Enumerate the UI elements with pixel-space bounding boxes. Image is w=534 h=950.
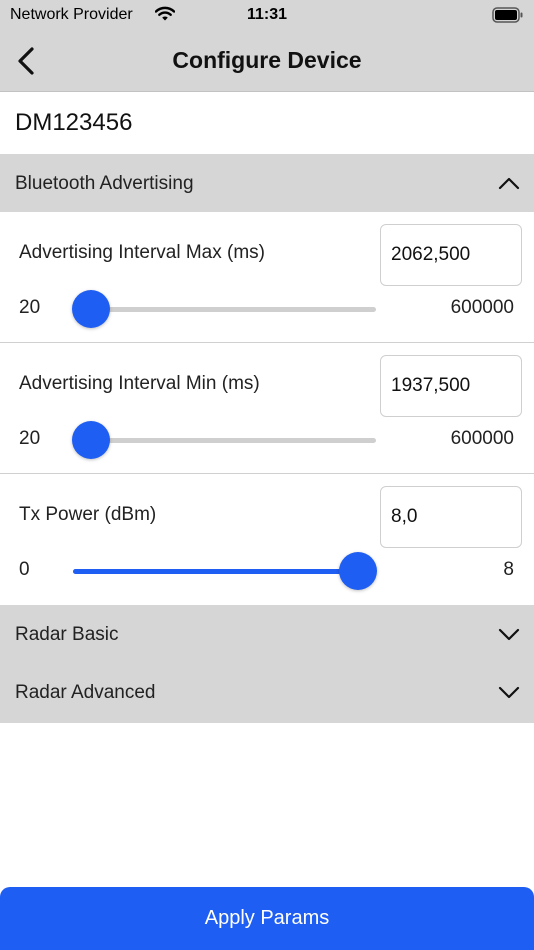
chevron-down-icon <box>498 686 520 699</box>
chevron-down-icon <box>498 628 520 641</box>
param-label: Advertising Interval Max (ms) <box>19 242 266 263</box>
device-id-row: DM123456 <box>0 92 534 154</box>
range-max-label: 8 <box>503 559 514 580</box>
advertising-interval-max-slider[interactable] <box>72 290 376 328</box>
range-max-label: 600000 <box>450 428 514 449</box>
section-label: Radar Advanced <box>15 682 156 703</box>
slider-thumb[interactable] <box>72 421 111 459</box>
page-title: Configure Device <box>172 47 362 73</box>
range-max-label: 600000 <box>450 297 514 318</box>
back-button[interactable] <box>6 42 46 80</box>
slider-fill <box>73 569 358 574</box>
param-row-advertising-interval-max: Advertising Interval Max (ms) 20 600000 <box>0 212 534 343</box>
slider-thumb[interactable] <box>72 290 111 328</box>
range-min-label: 20 <box>19 428 41 449</box>
advertising-interval-max-input[interactable] <box>380 224 522 286</box>
slider-thumb[interactable] <box>338 552 377 590</box>
param-label: Tx Power (dBm) <box>19 504 157 525</box>
param-label: Advertising Interval Min (ms) <box>19 373 260 394</box>
section-header-radar-advanced[interactable]: Radar Advanced <box>0 663 534 723</box>
param-row-tx-power: Tx Power (dBm) 0 8 <box>0 474 534 605</box>
apply-params-button[interactable]: Apply Params <box>0 887 534 950</box>
tx-power-input[interactable] <box>380 486 522 548</box>
clock: 11:31 <box>246 6 288 23</box>
navigation-bar: Configure Device <box>0 30 534 92</box>
chevron-up-icon <box>498 177 520 190</box>
battery-icon <box>492 7 524 28</box>
range-min-label: 0 <box>19 559 30 580</box>
section-header-radar-basic[interactable]: Radar Basic <box>0 605 534 663</box>
section-label: Radar Basic <box>15 624 119 645</box>
section-header-bluetooth-advertising[interactable]: Bluetooth Advertising <box>0 154 534 212</box>
range-min-label: 20 <box>19 297 41 318</box>
advertising-interval-min-input[interactable] <box>380 355 522 417</box>
advertising-interval-min-slider[interactable] <box>72 421 376 459</box>
status-bar: Network Provider 11:31 <box>0 0 534 30</box>
param-row-advertising-interval-min: Advertising Interval Min (ms) 20 600000 <box>0 343 534 474</box>
section-label: Bluetooth Advertising <box>15 173 194 194</box>
chevron-left-icon <box>18 47 34 75</box>
device-id: DM123456 <box>15 109 133 136</box>
tx-power-slider[interactable] <box>73 552 377 590</box>
